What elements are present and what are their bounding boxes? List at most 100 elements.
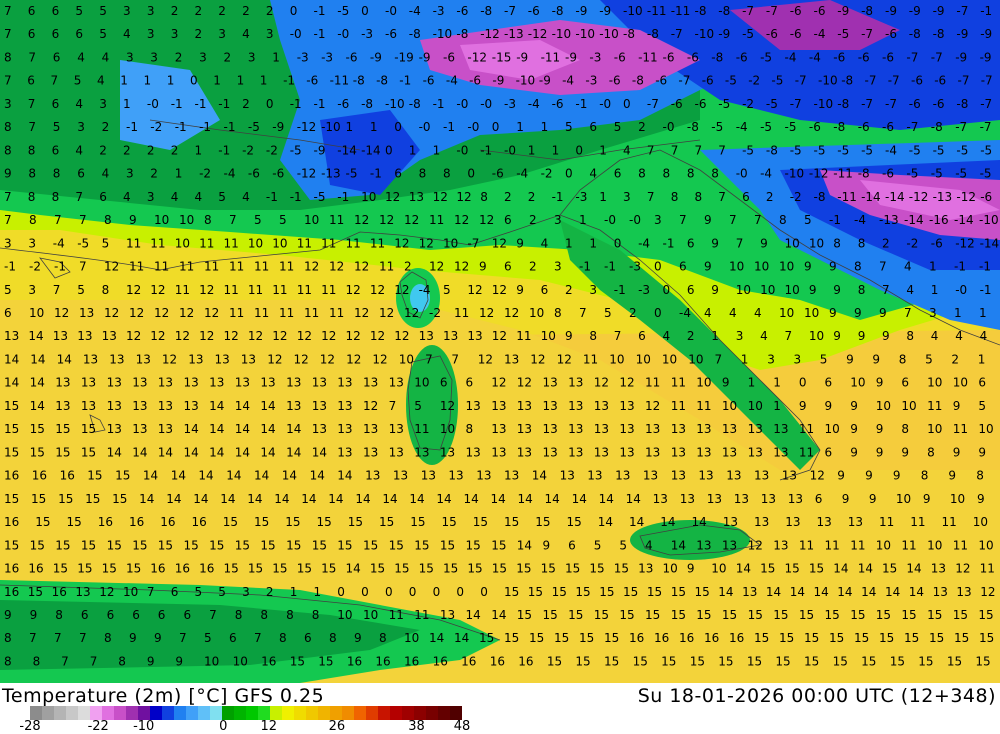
temperature-value: -5 <box>790 143 802 157</box>
temperature-value: 12 <box>619 376 634 390</box>
colorbar-swatch <box>306 706 318 720</box>
temperature-value: 13 <box>773 445 788 459</box>
temperature-value: 15 <box>348 515 363 529</box>
colorbar-swatch <box>282 706 294 720</box>
temperature-value: 12 <box>354 260 369 274</box>
temperature-value: 13 <box>109 353 124 367</box>
temperature-value: -6 <box>346 51 358 65</box>
temperature-value: 13 <box>81 376 96 390</box>
temperature-value: 8 <box>711 167 719 181</box>
temperature-value: 4 <box>242 190 250 204</box>
temperature-value: 13 <box>363 376 378 390</box>
colorbar-swatch <box>426 706 438 720</box>
temperature-value: -2 <box>266 143 278 157</box>
temperature-value: 13 <box>286 376 301 390</box>
temperature-value: 16 <box>461 655 476 669</box>
temperature-value: 9 <box>953 445 961 459</box>
temperature-value: -6 <box>885 27 897 41</box>
temperature-value: -2 <box>906 236 918 250</box>
temperature-value: 15 <box>647 585 662 599</box>
colorbar-swatch <box>258 706 270 720</box>
temperature-value: 6 <box>638 329 646 343</box>
temperature-value: 9 <box>829 306 837 320</box>
temperature-value: 13 <box>788 492 803 506</box>
temperature-value: 8 <box>833 236 841 250</box>
temperature-value: 11 <box>953 422 968 436</box>
temperature-value: -9 <box>539 74 551 88</box>
temperature-value: -10 <box>695 27 715 41</box>
temperature-value: 15 <box>81 422 96 436</box>
temperature-value: 9 <box>872 353 880 367</box>
temperature-value: 12 <box>479 306 494 320</box>
temperature-value: -7 <box>955 120 967 134</box>
temperature-value: 14 <box>814 585 829 599</box>
temperature-value: 1 <box>314 585 322 599</box>
temperature-value: -4 <box>814 27 826 41</box>
temperature-value: -9 <box>718 27 730 41</box>
temperature-value: -8 <box>409 97 421 111</box>
temperature-value: 13 <box>754 515 769 529</box>
temperature-value: -4 <box>885 143 897 157</box>
temperature-value: -5 <box>931 167 943 181</box>
temperature-value: 13 <box>107 399 122 413</box>
temperature-value: 13 <box>543 422 558 436</box>
temperature-value: 10 <box>123 585 138 599</box>
temperature-value: 7 <box>671 143 679 157</box>
temperature-value: 15 <box>696 608 711 622</box>
temperature-value: 15 <box>953 608 968 622</box>
temperature-value: 9 <box>854 306 862 320</box>
temperature-value: 15 <box>825 608 840 622</box>
temperature-value: 10 <box>688 353 703 367</box>
temperature-value: 15 <box>312 538 327 552</box>
temperature-value: 14 <box>312 445 327 459</box>
valid-time-label: Su 18-01-2026 00:00 UTC (12+348) <box>637 685 996 707</box>
temperature-value: 3 <box>4 236 12 250</box>
temperature-value: 11 <box>346 236 361 250</box>
temperature-value: 8 <box>55 608 63 622</box>
temperature-value: 9 <box>154 631 162 645</box>
temperature-value: 9 <box>543 538 551 552</box>
temperature-value: 16 <box>654 631 669 645</box>
temperature-value: 14 <box>260 422 275 436</box>
temperature-value: 12 <box>321 329 336 343</box>
temperature-value: 15 <box>58 492 73 506</box>
temperature-value: 12 <box>810 469 825 483</box>
temperature-value: 12 <box>175 329 190 343</box>
temperature-value: -14 <box>337 143 357 157</box>
temperature-value: -8 <box>361 97 373 111</box>
temperature-value: -11 <box>671 4 691 18</box>
temperature-value: -5 <box>760 120 772 134</box>
temperature-value: 1 <box>167 74 175 88</box>
temperature-value: -3 <box>433 4 445 18</box>
temperature-value: 4 <box>906 283 914 297</box>
temperature-value: -1 <box>370 167 382 181</box>
temperature-value: -0 <box>290 27 302 41</box>
temperature-value: 6 <box>742 190 750 204</box>
colorbar-tick-label: 0 <box>219 719 228 734</box>
temperature-value: 12 <box>440 399 455 413</box>
temperature-value: 13 <box>158 422 173 436</box>
temperature-value: 15 <box>829 631 844 645</box>
temperature-value: 9 <box>842 492 850 506</box>
temperature-value: 2 <box>175 51 183 65</box>
temperature-value: 13 <box>543 376 558 390</box>
temperature-value: -7 <box>647 97 659 111</box>
temperature-value: 13 <box>53 329 68 343</box>
temperature-value: 3 <box>123 4 131 18</box>
temperature-value: 15 <box>695 585 710 599</box>
temperature-value: -9 <box>885 4 897 18</box>
temperature-value: 13 <box>568 445 583 459</box>
temperature-value: -1 <box>614 283 626 297</box>
temperature-value: 9 <box>978 445 986 459</box>
temperature-value: 11 <box>229 260 244 274</box>
temperature-value: -10 <box>516 74 536 88</box>
temperature-value: 9 <box>129 631 137 645</box>
temperature-value: 9 <box>837 469 845 483</box>
temperature-value: 9 <box>850 399 858 413</box>
temperature-value: 5 <box>77 283 85 297</box>
temperature-value: 2 <box>404 260 412 274</box>
temperature-value: 15 <box>568 608 583 622</box>
temperature-value: 3 <box>171 27 179 41</box>
temperature-value: 14 <box>139 492 154 506</box>
temperature-value: 14 <box>518 492 533 506</box>
